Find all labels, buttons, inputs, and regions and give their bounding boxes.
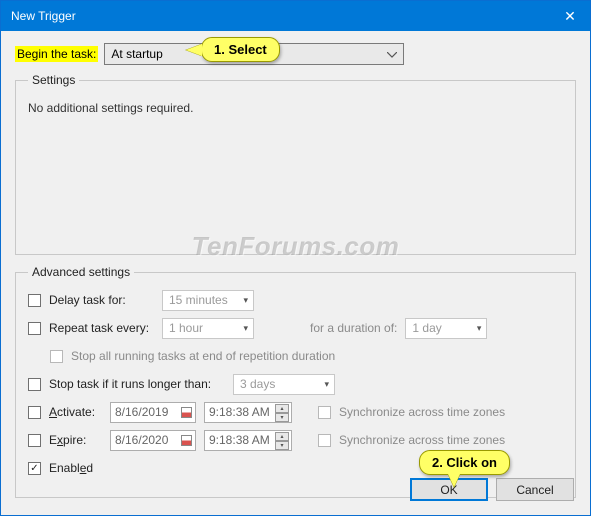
activate-sync-label: Synchronize across time zones xyxy=(339,405,505,419)
stop-longer-combo[interactable]: 3 days ▾ xyxy=(233,374,335,395)
delay-combo[interactable]: 15 minutes ▾ xyxy=(162,290,254,311)
dialog-window: New Trigger ✕ Begin the task: At startup… xyxy=(0,0,591,516)
chevron-down-icon: ▾ xyxy=(243,323,248,334)
activate-time[interactable]: 9:18:38 AM ▴▾ xyxy=(204,402,292,423)
calendar-icon xyxy=(181,407,192,418)
delay-row: Delay task for: 15 minutes ▾ xyxy=(28,289,563,311)
repeat-checkbox[interactable] xyxy=(28,322,41,335)
expire-row: Expire: 8/16/2020 9:18:38 AM ▴▾ Synchron… xyxy=(28,429,563,451)
footer-buttons: OK Cancel xyxy=(410,478,574,501)
enabled-label: Enabled xyxy=(49,461,93,475)
spinner-icon[interactable]: ▴▾ xyxy=(275,404,289,421)
expire-sync-label: Synchronize across time zones xyxy=(339,433,505,447)
stop-longer-label: Stop task if it runs longer than: xyxy=(49,377,225,391)
settings-legend: Settings xyxy=(28,73,79,87)
stop-running-label: Stop all running tasks at end of repetit… xyxy=(71,349,335,363)
titlebar: New Trigger ✕ xyxy=(1,1,590,31)
activate-sync-checkbox xyxy=(318,406,331,419)
expire-label: Expire: xyxy=(49,433,102,447)
chevron-down-icon xyxy=(387,47,397,61)
settings-group: Settings No additional settings required… xyxy=(15,73,576,255)
expire-time[interactable]: 9:18:38 AM ▴▾ xyxy=(204,430,292,451)
stop-longer-row: Stop task if it runs longer than: 3 days… xyxy=(28,373,563,395)
activate-date[interactable]: 8/16/2019 xyxy=(110,402,196,423)
activate-label: Activate: xyxy=(49,405,102,419)
begin-task-value: At startup xyxy=(111,47,162,61)
stop-running-checkbox xyxy=(50,350,63,363)
delay-checkbox[interactable] xyxy=(28,294,41,307)
repeat-label: Repeat task every: xyxy=(49,321,154,335)
activate-checkbox[interactable] xyxy=(28,406,41,419)
annotation-1: 1. Select xyxy=(201,37,280,62)
expire-checkbox[interactable] xyxy=(28,434,41,447)
spinner-icon[interactable]: ▴▾ xyxy=(275,432,289,449)
window-title: New Trigger xyxy=(11,9,550,23)
duration-label: for a duration of: xyxy=(310,321,397,335)
activate-row: Activate: 8/16/2019 9:18:38 AM ▴▾ Synchr… xyxy=(28,401,563,423)
duration-combo[interactable]: 1 day ▾ xyxy=(405,318,487,339)
calendar-icon xyxy=(181,435,192,446)
expire-sync-checkbox xyxy=(318,434,331,447)
annotation-2: 2. Click on xyxy=(419,450,510,475)
enabled-checkbox[interactable]: ✓ xyxy=(28,462,41,475)
close-button[interactable]: ✕ xyxy=(550,1,590,31)
advanced-legend: Advanced settings xyxy=(28,265,134,279)
cancel-button[interactable]: Cancel xyxy=(496,478,574,501)
delay-label: Delay task for: xyxy=(49,293,154,307)
expire-date[interactable]: 8/16/2020 xyxy=(110,430,196,451)
repeat-combo[interactable]: 1 hour ▾ xyxy=(162,318,254,339)
begin-task-row: Begin the task: At startup xyxy=(15,43,576,65)
begin-task-label: Begin the task: xyxy=(15,46,98,62)
stop-longer-checkbox[interactable] xyxy=(28,378,41,391)
chevron-down-icon: ▾ xyxy=(477,323,482,334)
stop-running-row: Stop all running tasks at end of repetit… xyxy=(50,345,563,367)
content-area: Begin the task: At startup Settings No a… xyxy=(1,31,590,520)
chevron-down-icon: ▾ xyxy=(324,379,329,390)
settings-body: No additional settings required. xyxy=(28,97,563,242)
chevron-down-icon: ▾ xyxy=(243,295,248,306)
repeat-row: Repeat task every: 1 hour ▾ for a durati… xyxy=(28,317,563,339)
